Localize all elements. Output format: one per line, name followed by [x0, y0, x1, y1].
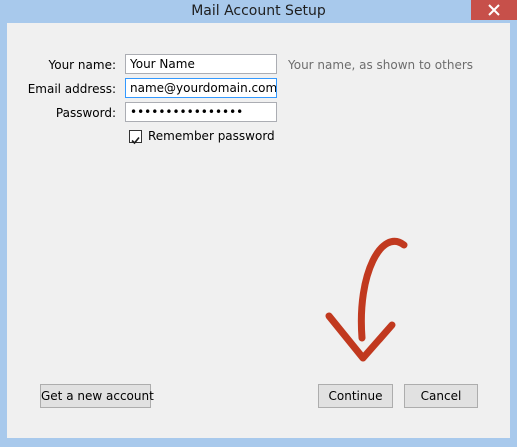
window-title: Mail Account Setup [191, 3, 326, 19]
title-bar[interactable]: Mail Account Setup [0, 0, 517, 22]
close-icon [488, 4, 500, 16]
dialog-body: Your name: Your Name Your name, as shown… [7, 23, 510, 438]
mail-account-setup-window: Mail Account Setup Your name: Your Name … [0, 0, 517, 447]
get-new-account-button[interactable]: Get a new account [40, 384, 154, 408]
red-arrow-annotation [325, 237, 408, 362]
close-button[interactable] [471, 0, 517, 20]
continue-button[interactable]: Continue [318, 384, 393, 408]
cancel-button[interactable]: Cancel [404, 384, 478, 408]
